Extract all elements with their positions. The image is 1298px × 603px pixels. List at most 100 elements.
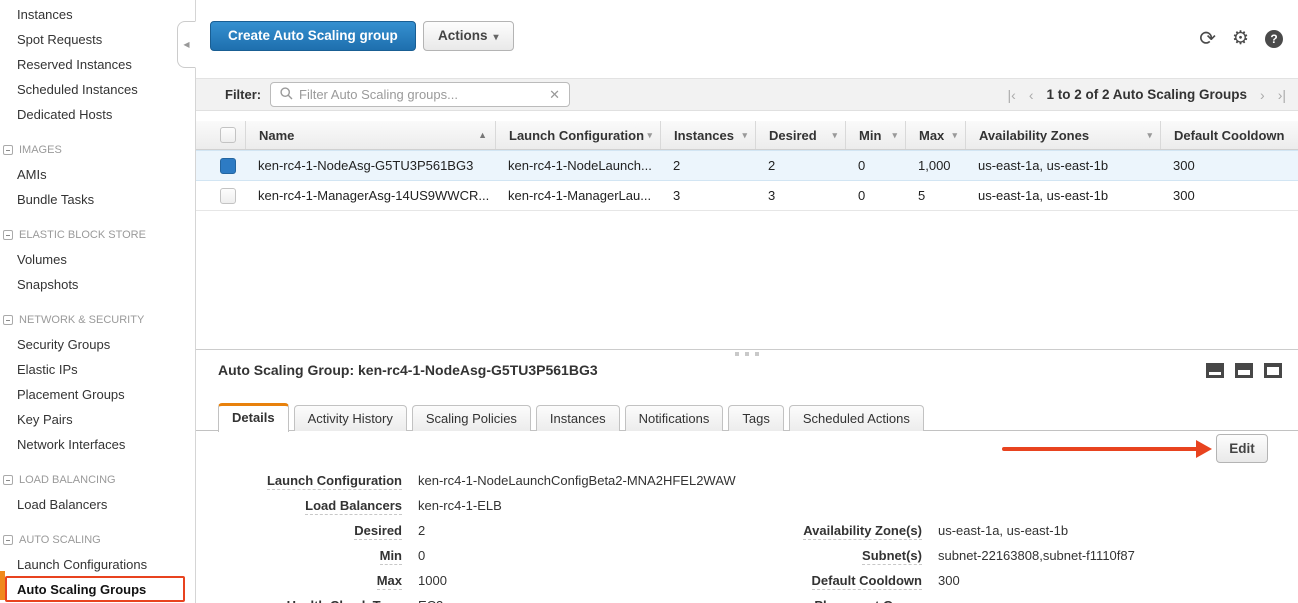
sidebar-section-auto-scaling: AUTO SCALING Launch Configurations Auto … (0, 527, 195, 602)
edit-button[interactable]: Edit (1216, 434, 1268, 463)
pane-large-icon[interactable] (1264, 363, 1282, 378)
table-row[interactable]: ken-rc4-1-NodeAsg-G5TU3P561BG3 ken-rc4-1… (196, 150, 1298, 181)
field-label: Launch Configuration (267, 473, 402, 490)
section-header-auto-scaling[interactable]: AUTO SCALING (0, 527, 195, 552)
sidebar-item-reserved-instances[interactable]: Reserved Instances (0, 52, 195, 77)
column-header-desired[interactable]: Desired ▾ (755, 121, 845, 149)
column-label: Name (259, 128, 294, 143)
tab-instances[interactable]: Instances (536, 405, 620, 431)
actions-button[interactable]: Actions▾ (423, 21, 514, 51)
sidebar-item-launch-configurations[interactable]: Launch Configurations (0, 552, 195, 577)
cell-instances: 3 (660, 181, 755, 210)
search-box[interactable]: ✕ (270, 82, 570, 107)
table-row[interactable]: ken-rc4-1-ManagerAsg-14US9WWCR... ken-rc… (196, 181, 1298, 211)
sidebar-item-volumes[interactable]: Volumes (0, 247, 195, 272)
refresh-icon[interactable]: ⟳ (1199, 29, 1216, 49)
clear-search-icon[interactable]: ✕ (549, 87, 560, 103)
field-value: EC2 (418, 598, 443, 603)
cell-max: 5 (905, 181, 965, 210)
last-page-icon[interactable]: ›| (1278, 87, 1286, 103)
next-page-icon[interactable]: › (1260, 87, 1265, 103)
field-value: ken-rc4-1-ELB (418, 498, 502, 513)
column-header-max[interactable]: Max ▾ (905, 121, 965, 149)
sidebar-item-amis[interactable]: AMIs (0, 162, 195, 187)
chevron-down-icon: ▾ (494, 32, 499, 43)
sidebar-item-placement-groups[interactable]: Placement Groups (0, 382, 195, 407)
sidebar-item-elastic-ips[interactable]: Elastic IPs (0, 357, 195, 382)
tab-tags[interactable]: Tags (728, 405, 783, 431)
tab-details[interactable]: Details (218, 403, 289, 432)
tab-scaling-policies[interactable]: Scaling Policies (412, 405, 531, 431)
filter-label: Filter: (225, 79, 261, 110)
annotation-arrow-head (1196, 440, 1212, 458)
collapse-left-icon: ◀ (183, 40, 189, 49)
field-load-balancers: Load Balancers ken-rc4-1-ELB (196, 493, 736, 518)
select-all-checkbox[interactable] (220, 127, 236, 143)
field-value: us-east-1a, us-east-1b (938, 523, 1068, 538)
field-value: 1000 (418, 573, 447, 588)
tab-notifications[interactable]: Notifications (625, 405, 724, 431)
sidebar-item-instances[interactable]: Instances (0, 2, 195, 27)
cell-min: 0 (845, 181, 905, 210)
sidebar-item-network-interfaces[interactable]: Network Interfaces (0, 432, 195, 457)
section-header-images[interactable]: IMAGES (0, 137, 195, 162)
tab-activity-history[interactable]: Activity History (294, 405, 407, 431)
sidebar-item-key-pairs[interactable]: Key Pairs (0, 407, 195, 432)
column-header-instances[interactable]: Instances ▾ (660, 121, 755, 149)
drag-dot (745, 352, 749, 356)
collapse-section-icon[interactable] (3, 535, 13, 545)
column-header-launch-configuration[interactable]: Launch Configuration ▾ (495, 121, 660, 149)
pagination: |‹ ‹ 1 to 2 of 2 Auto Scaling Groups › ›… (1008, 79, 1287, 110)
pagination-count: 1 to 2 of 2 Auto Scaling Groups (1046, 87, 1247, 102)
collapse-section-icon[interactable] (3, 475, 13, 485)
main-content: Create Auto Scaling group Actions▾ ⟳ ⚙ ?… (196, 0, 1298, 603)
gear-icon[interactable]: ⚙ (1232, 29, 1249, 49)
field-label: Availability Zone(s) (803, 523, 922, 540)
sidebar-item-auto-scaling-groups[interactable]: Auto Scaling Groups (0, 577, 195, 602)
column-header-name[interactable]: Name ▲ (245, 121, 495, 149)
cell-max: 1,000 (905, 151, 965, 180)
sidebar-item-security-groups[interactable]: Security Groups (0, 332, 195, 357)
tab-scheduled-actions[interactable]: Scheduled Actions (789, 405, 924, 431)
field-subnets: Subnet(s) subnet-22163808,subnet-f1110f8… (750, 543, 1135, 568)
cell-name: ken-rc4-1-ManagerAsg-14US9WWCR... (245, 181, 495, 210)
create-auto-scaling-group-button[interactable]: Create Auto Scaling group (210, 21, 416, 51)
field-availability-zones: Availability Zone(s) us-east-1a, us-east… (750, 518, 1135, 543)
sidebar-section-load-balancing: LOAD BALANCING Load Balancers (0, 467, 195, 517)
search-input[interactable] (299, 87, 543, 102)
sidebar-item-scheduled-instances[interactable]: Scheduled Instances (0, 77, 195, 102)
drag-dot (755, 352, 759, 356)
column-header-default-cooldown[interactable]: Default Cooldown (1160, 121, 1298, 149)
pane-small-icon[interactable] (1206, 363, 1224, 378)
collapse-section-icon[interactable] (3, 230, 13, 240)
panel-resize-handle[interactable] (735, 352, 759, 356)
sidebar-item-load-balancers[interactable]: Load Balancers (0, 492, 195, 517)
search-icon (280, 87, 293, 103)
section-header-load-balancing[interactable]: LOAD BALANCING (0, 467, 195, 492)
sidebar-item-spot-requests[interactable]: Spot Requests (0, 27, 195, 52)
previous-page-icon[interactable]: ‹ (1029, 87, 1034, 103)
sidebar-item-snapshots[interactable]: Snapshots (0, 272, 195, 297)
section-header-ebs[interactable]: ELASTIC BLOCK STORE (0, 222, 195, 247)
collapse-section-icon[interactable] (3, 145, 13, 155)
collapse-section-icon[interactable] (3, 315, 13, 325)
row-checkbox[interactable] (220, 158, 236, 174)
sidebar-collapse-handle[interactable]: ◀ (177, 21, 196, 68)
section-header-label: LOAD BALANCING (19, 474, 116, 486)
filter-bar: Filter: ✕ |‹ ‹ 1 to 2 of 2 Auto Scaling … (196, 78, 1298, 111)
section-header-network-security[interactable]: NETWORK & SECURITY (0, 307, 195, 332)
cell-launch-configuration: ken-rc4-1-NodeLaunch... (495, 151, 660, 180)
sidebar-item-dedicated-hosts[interactable]: Dedicated Hosts (0, 102, 195, 127)
field-default-cooldown: Default Cooldown 300 (750, 568, 1135, 593)
column-header-min[interactable]: Min ▾ (845, 121, 905, 149)
sidebar-item-bundle-tasks[interactable]: Bundle Tasks (0, 187, 195, 212)
cell-default-cooldown: 300 (1160, 181, 1298, 210)
field-label: Max (377, 573, 402, 590)
row-checkbox[interactable] (220, 188, 236, 204)
first-page-icon[interactable]: |‹ (1008, 87, 1016, 103)
pane-medium-icon[interactable] (1235, 363, 1253, 378)
column-header-availability-zones[interactable]: Availability Zones ▾ (965, 121, 1160, 149)
row-select-cell (196, 151, 245, 180)
help-icon[interactable]: ? (1265, 30, 1283, 48)
cell-availability-zones: us-east-1a, us-east-1b (965, 181, 1160, 210)
